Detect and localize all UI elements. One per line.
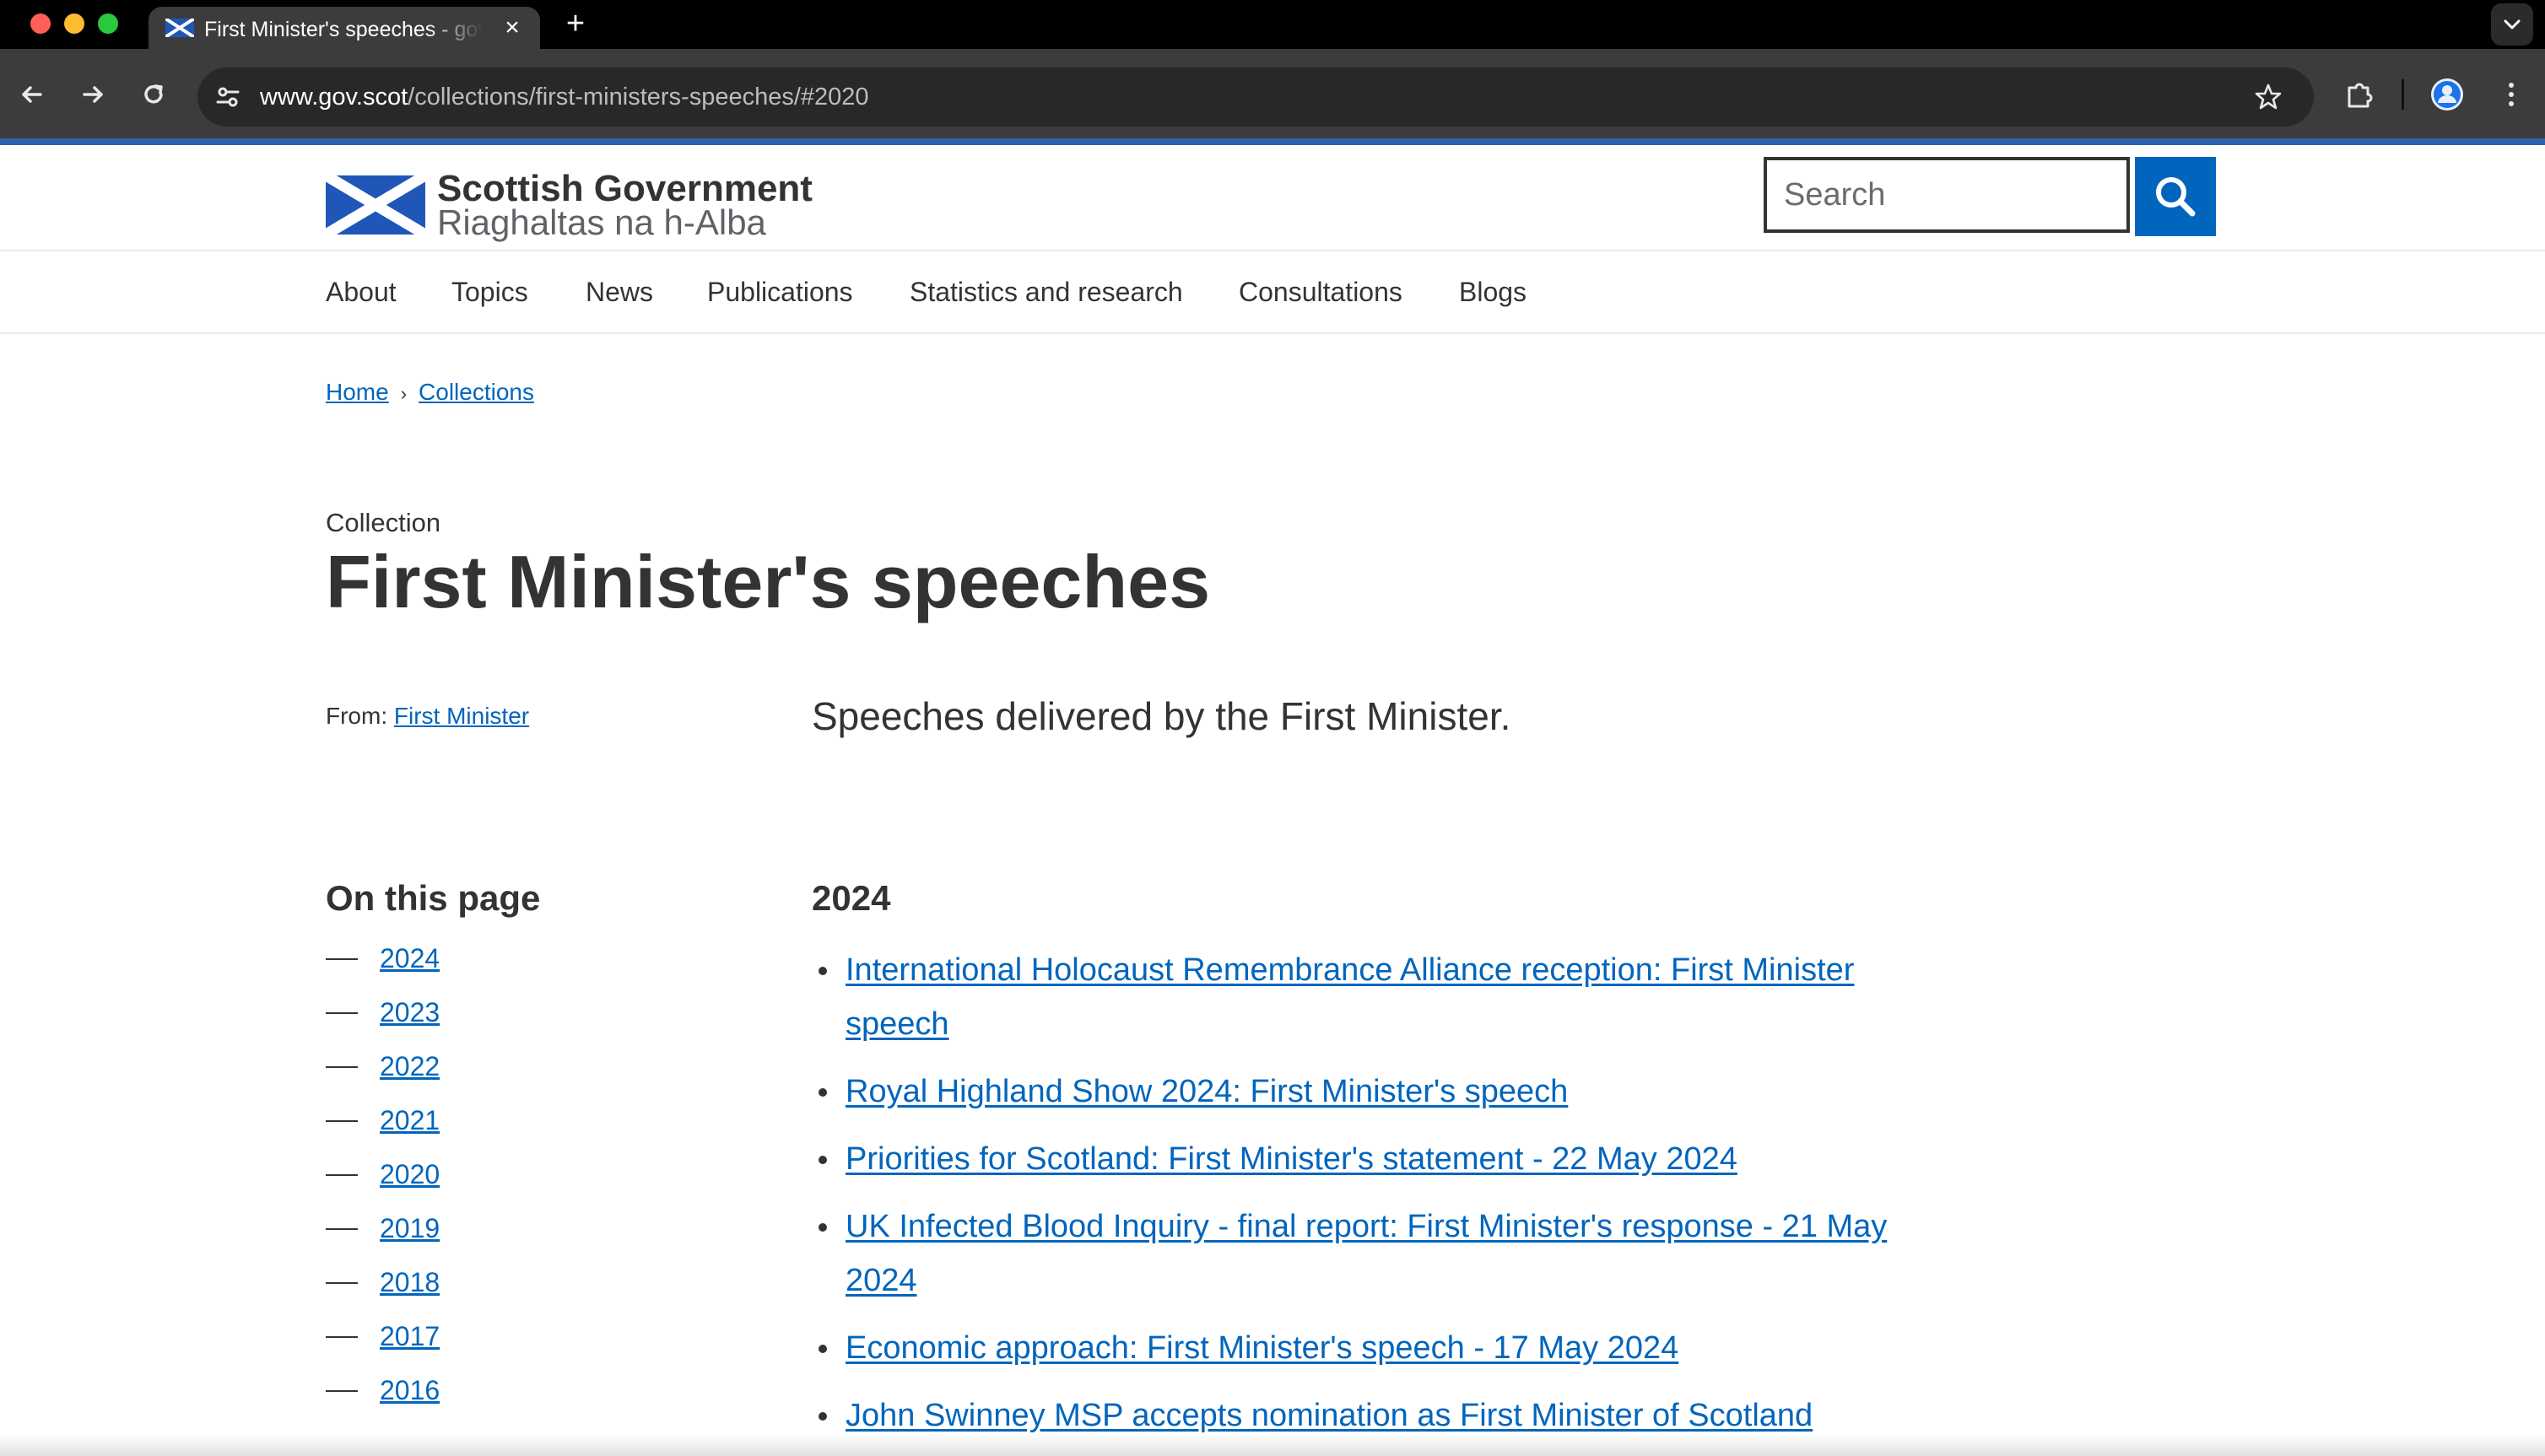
breadcrumb-home-link[interactable]: Home xyxy=(326,379,389,405)
minimize-window-button[interactable] xyxy=(64,13,84,34)
site-logo[interactable]: Scottish Government Riaghaltas na h-Alba xyxy=(326,169,813,241)
dash-icon xyxy=(326,1120,358,1122)
contents-link-2017[interactable]: 2017 xyxy=(380,1319,440,1353)
address-bar[interactable]: www.gov.scot/collections/first-ministers… xyxy=(197,67,2314,127)
speech-link[interactable]: John Swinney MSP accepts nomination as F… xyxy=(846,1398,1813,1433)
speech-link[interactable]: Economic approach: First Minister's spee… xyxy=(846,1330,1678,1366)
close-tab-icon[interactable]: × xyxy=(500,15,525,40)
list-item: International Holocaust Remembrance Alli… xyxy=(812,943,1909,1051)
nav-item-news[interactable]: News xyxy=(586,277,653,307)
page-title: First Minister's speeches xyxy=(326,540,1211,623)
list-item: UK Infected Blood Inquiry - final report… xyxy=(812,1200,1909,1308)
nav-item-blogs[interactable]: Blogs xyxy=(1459,277,1526,307)
list-item: Royal Highland Show 2024: First Minister… xyxy=(812,1065,1909,1119)
back-arrow-icon[interactable] xyxy=(15,78,49,111)
site-header: Scottish Government Riaghaltas na h-Alba xyxy=(0,145,2545,251)
nav-item-consultations[interactable]: Consultations xyxy=(1239,277,1402,307)
nav-item-topics[interactable]: Topics xyxy=(451,277,528,307)
more-menu-icon[interactable] xyxy=(2494,78,2528,111)
dash-icon xyxy=(326,1336,358,1338)
contents-link-2018[interactable]: 2018 xyxy=(380,1265,440,1299)
breadcrumb-collections-link[interactable]: Collections xyxy=(419,379,534,405)
page-type-label: Collection xyxy=(326,508,441,537)
extensions-puzzle-icon[interactable] xyxy=(2342,78,2376,111)
from-first-minister-link[interactable]: First Minister xyxy=(394,703,529,729)
forward-arrow-icon[interactable] xyxy=(76,78,110,111)
speech-link[interactable]: Priorities for Scotland: First Minister'… xyxy=(846,1141,1737,1177)
breadcrumb-separator: › xyxy=(400,383,408,404)
close-window-button[interactable] xyxy=(30,13,51,34)
speech-link[interactable]: Royal Highland Show 2024: First Minister… xyxy=(846,1074,1568,1109)
nav-item-statistics-and-research[interactable]: Statistics and research xyxy=(910,277,1183,307)
from-label: From: xyxy=(326,703,388,729)
speech-link[interactable]: UK Infected Blood Inquiry - final report… xyxy=(846,1209,1887,1298)
nav-item-publications[interactable]: Publications xyxy=(707,277,853,307)
contents-link-2024[interactable]: 2024 xyxy=(380,941,440,975)
browser-tab-bar: First Minister's speeches - gov.scot × + xyxy=(0,0,2545,49)
on-this-page-heading: On this page xyxy=(326,878,541,918)
search-button[interactable] xyxy=(2135,157,2216,236)
chevron-down-icon xyxy=(2504,19,2521,30)
logo-gaelic-text: Riaghaltas na h-Alba xyxy=(437,202,766,242)
dash-icon xyxy=(326,1066,358,1068)
tab-title: First Minister's speeches - gov.scot xyxy=(204,18,483,41)
speech-list: International Holocaust Remembrance Alli… xyxy=(812,943,1909,1456)
tab-search-button[interactable] xyxy=(2491,3,2533,46)
from-line: From: First Minister xyxy=(326,702,529,731)
dash-icon xyxy=(326,958,358,960)
page-summary: Speeches delivered by the First Minister… xyxy=(812,694,1511,738)
profile-avatar-icon[interactable] xyxy=(2430,78,2464,111)
dash-icon xyxy=(326,1282,358,1284)
main-navigation: About Topics News Publications Statistic… xyxy=(0,251,2545,334)
contents-link-2016[interactable]: 2016 xyxy=(380,1373,440,1407)
contents-link-2020[interactable]: 2020 xyxy=(380,1157,440,1191)
site-search-input[interactable] xyxy=(1764,157,2130,233)
nav-item-about[interactable]: About xyxy=(326,277,397,307)
url-text[interactable]: www.gov.scot/collections/first-ministers… xyxy=(260,83,869,111)
breadcrumb: Home › Collections xyxy=(326,378,534,408)
dash-icon xyxy=(326,1390,358,1392)
window-bottom-edge xyxy=(0,1434,2545,1456)
site-top-strip xyxy=(0,138,2545,145)
saltire-logo-icon xyxy=(326,175,425,235)
dash-icon xyxy=(326,1012,358,1014)
dash-icon xyxy=(326,1174,358,1176)
dash-icon xyxy=(326,1228,358,1230)
saltire-favicon-icon xyxy=(165,19,194,37)
speech-link[interactable]: International Holocaust Remembrance Alli… xyxy=(846,952,1854,1042)
contents-link-2019[interactable]: 2019 xyxy=(380,1211,440,1245)
site-settings-icon[interactable] xyxy=(213,82,243,112)
search-icon xyxy=(2156,177,2196,217)
list-item: Priorities for Scotland: First Minister'… xyxy=(812,1132,1909,1186)
year-section-heading: 2024 xyxy=(812,878,891,918)
list-item: Economic approach: First Minister's spee… xyxy=(812,1321,1909,1375)
bookmark-star-icon[interactable] xyxy=(2253,82,2283,112)
contents-link-2023[interactable]: 2023 xyxy=(380,995,440,1029)
toolbar-divider xyxy=(2402,79,2404,110)
contents-link-2021[interactable]: 2021 xyxy=(380,1103,440,1137)
reload-icon[interactable] xyxy=(137,78,170,111)
browser-toolbar: www.gov.scot/collections/first-ministers… xyxy=(0,49,2545,138)
new-tab-button[interactable]: + xyxy=(560,8,591,40)
contents-link-2022[interactable]: 2022 xyxy=(380,1049,440,1083)
maximize-window-button[interactable] xyxy=(98,13,118,34)
active-tab[interactable]: First Minister's speeches - gov.scot × xyxy=(149,7,540,49)
